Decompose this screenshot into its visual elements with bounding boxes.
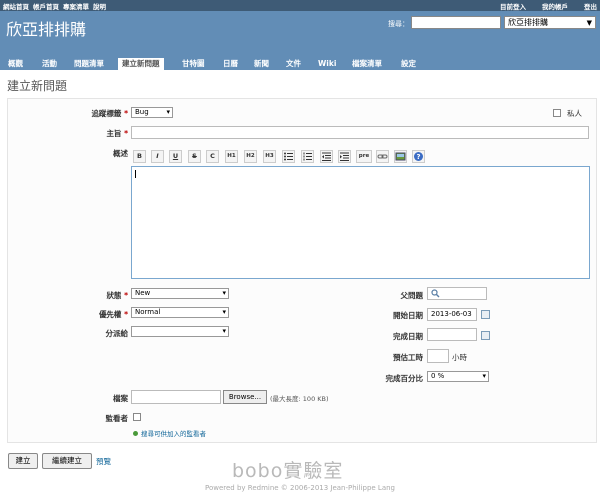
ordered-list-icon[interactable] — [301, 150, 314, 163]
status-select[interactable]: New ▾ — [131, 288, 229, 299]
estimated-unit: 小時 — [452, 353, 467, 362]
my-account-link[interactable]: 我的帳戶 — [542, 3, 568, 11]
heading3-button[interactable]: H3 — [263, 150, 276, 163]
main-menu: 概觀 活動 問題清單 建立新問題 甘特圖 日曆 新聞 文件 Wiki 檔案清單 … — [0, 56, 600, 70]
priority-value: Normal — [135, 308, 161, 316]
calendar-icon[interactable] — [481, 331, 490, 340]
svg-text:?: ? — [416, 153, 420, 161]
status-label: 狀態 * — [106, 291, 128, 300]
heading2-button[interactable]: H2 — [244, 150, 257, 163]
subject-input[interactable] — [131, 126, 589, 139]
tab-wiki[interactable]: Wiki — [314, 58, 340, 70]
tab-settings[interactable]: 設定 — [397, 58, 420, 70]
assignee-label: 分派給 — [105, 329, 129, 338]
top-link-my-page[interactable]: 帳戶首頁 — [33, 3, 59, 11]
description-textarea[interactable] — [131, 166, 590, 279]
tracker-value: Bug — [135, 108, 149, 116]
tab-documents[interactable]: 文件 — [282, 58, 305, 70]
project-jump-select[interactable]: 欣亞排排購 ▼ — [504, 16, 596, 29]
italic-button[interactable]: I — [151, 150, 164, 163]
create-button[interactable]: 建立 — [8, 453, 38, 469]
done-ratio-label: 完成百分比 — [385, 374, 424, 383]
priority-label: 優先權 * — [98, 310, 128, 319]
indent-right-icon[interactable] — [338, 150, 351, 163]
done-ratio-value: 0 % — [431, 372, 445, 380]
done-ratio-select[interactable]: 0 % ▾ — [427, 371, 489, 382]
login-status: 目前登入 — [500, 3, 526, 11]
assignee-select[interactable]: ▾ — [131, 326, 229, 337]
tab-gantt[interactable]: 甘特圖 — [178, 58, 209, 70]
private-label: 私人 — [567, 109, 582, 118]
preformatted-button[interactable]: pre — [356, 150, 372, 163]
tracker-select[interactable]: Bug ▾ — [131, 107, 173, 118]
status-value: New — [135, 289, 151, 297]
max-size-hint: (最大長度: 100 KB) — [270, 395, 329, 403]
chevron-down-icon: ▾ — [482, 372, 486, 380]
header: 欣亞排排購 搜尋： 欣亞排排購 ▼ — [0, 11, 600, 56]
unordered-list-icon[interactable] — [282, 150, 295, 163]
chevron-down-icon: ▾ — [222, 327, 226, 335]
top-link-home[interactable]: 網站首頁 — [3, 3, 29, 11]
logout-link[interactable]: 登出 — [584, 3, 597, 11]
priority-select[interactable]: Normal ▾ — [131, 307, 229, 318]
search-icon — [431, 289, 440, 302]
estimated-time-input[interactable] — [427, 349, 449, 363]
tab-overview[interactable]: 概觀 — [4, 58, 27, 70]
heading1-button[interactable]: H1 — [225, 150, 238, 163]
code-button[interactable]: C — [206, 150, 219, 163]
due-date-label: 完成日期 — [393, 332, 423, 341]
start-date-label: 開始日期 — [393, 311, 423, 320]
file-input[interactable] — [131, 390, 221, 404]
tab-activity[interactable]: 活動 — [38, 58, 61, 70]
start-date-input[interactable]: 2013-06-03 — [427, 308, 477, 321]
top-menu: 網站首頁 帳戶首頁 專案清單 說明 目前登入 我的帳戶 登出 — [0, 0, 600, 11]
watermark: bobo實驗室 — [232, 460, 344, 482]
bold-button[interactable]: B — [133, 150, 146, 163]
page-title: 建立新問題 — [7, 79, 68, 93]
tab-new-issue[interactable]: 建立新問題 — [118, 58, 164, 70]
top-link-help[interactable]: 說明 — [93, 3, 106, 11]
subject-label: 主旨 * — [106, 129, 128, 138]
add-watchers-link[interactable]: 搜尋可供加入的監看者 — [133, 428, 206, 438]
parent-issue-label: 父問題 — [400, 291, 424, 300]
file-label: 檔案 — [113, 394, 128, 403]
help-icon[interactable]: ? — [412, 150, 425, 163]
link-icon[interactable] — [376, 150, 389, 163]
watchers-label: 監看者 — [105, 414, 129, 423]
chevron-down-icon: ▼ — [586, 19, 592, 27]
tab-news[interactable]: 新聞 — [250, 58, 273, 70]
create-and-continue-button[interactable]: 繼續建立 — [42, 453, 92, 469]
strike-button[interactable]: S — [188, 150, 201, 163]
add-watcher-icon — [133, 431, 138, 436]
parent-issue-input[interactable] — [427, 287, 487, 300]
private-checkbox[interactable] — [553, 109, 561, 117]
image-icon[interactable] — [394, 150, 407, 163]
calendar-icon[interactable] — [481, 310, 490, 319]
footer: Powered by Redmine © 2006-2013 Jean-Phil… — [204, 484, 396, 492]
watcher-checkbox[interactable] — [133, 413, 141, 421]
search-label: 搜尋： — [388, 20, 409, 28]
preview-link[interactable]: 預覽 — [96, 456, 111, 467]
search-input[interactable] — [411, 16, 501, 29]
project-jump-value: 欣亞排排購 — [508, 18, 548, 27]
tab-calendar[interactable]: 日曆 — [219, 58, 242, 70]
text-cursor — [135, 170, 136, 178]
chevron-down-icon: ▾ — [222, 308, 226, 316]
top-link-projects[interactable]: 專案清單 — [63, 3, 89, 11]
browse-button[interactable]: Browse... — [223, 390, 267, 404]
indent-left-icon[interactable] — [320, 150, 333, 163]
estimated-time-label: 預估工時 — [393, 353, 423, 362]
tab-issues[interactable]: 問題清單 — [70, 58, 108, 70]
tracker-label: 追蹤標籤 * — [91, 109, 128, 118]
due-date-input[interactable] — [427, 328, 477, 341]
underline-button[interactable]: U — [169, 150, 182, 163]
description-label: 概述 — [113, 149, 128, 158]
project-title[interactable]: 欣亞排排購 — [6, 16, 86, 40]
chevron-down-icon: ▾ — [166, 108, 170, 116]
chevron-down-icon: ▾ — [222, 289, 226, 297]
tab-files[interactable]: 檔案清單 — [348, 58, 386, 70]
